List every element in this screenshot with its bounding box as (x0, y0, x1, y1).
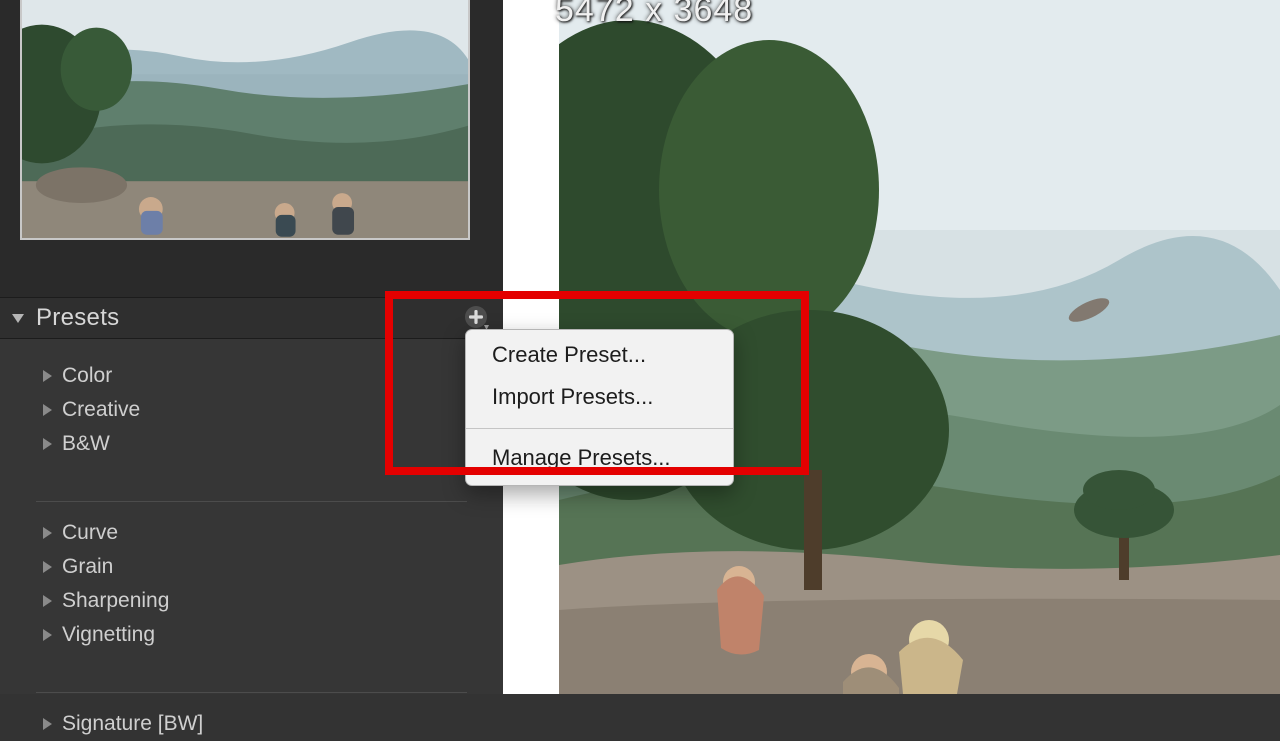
preset-folder-color[interactable]: Color (0, 359, 503, 393)
presets-panel-body: Color Creative B&W Curve Grain (0, 339, 503, 694)
chevron-right-icon (42, 560, 62, 574)
chevron-right-icon (42, 628, 62, 642)
divider (36, 692, 467, 693)
menu-import-presets[interactable]: Import Presets... (466, 376, 733, 418)
navigator-thumbnail[interactable] (20, 0, 470, 240)
preset-folder-label: Signature [BW] (62, 712, 203, 736)
chevron-right-icon (42, 594, 62, 608)
preset-folder-label: Vignetting (62, 623, 155, 647)
chevron-right-icon (42, 369, 62, 383)
divider (36, 501, 467, 502)
menu-manage-presets[interactable]: Manage Presets... (466, 437, 733, 479)
image-dimension-label: 5472 x 3648 (555, 0, 753, 30)
thumbnail-image (22, 0, 468, 238)
preset-folder-curve[interactable]: Curve (0, 516, 503, 550)
left-panel: Presets Color Creative (0, 0, 503, 694)
preset-folder-creative[interactable]: Creative (0, 393, 503, 427)
preset-folder-label: Color (62, 364, 112, 388)
preset-folder-label: Grain (62, 555, 113, 579)
menu-create-preset[interactable]: Create Preset... (466, 334, 733, 376)
chevron-right-icon (42, 717, 62, 731)
preset-folder-sharpening[interactable]: Sharpening (0, 584, 503, 618)
preset-popup-menu: Create Preset... Import Presets... Manag… (465, 329, 734, 486)
presets-title: Presets (36, 304, 119, 332)
chevron-right-icon (42, 437, 62, 451)
preset-folder-label: Sharpening (62, 589, 169, 613)
preset-folder-vignetting[interactable]: Vignetting (0, 618, 503, 652)
preset-folder-label: Creative (62, 398, 140, 422)
disclosure-triangle-down-icon (6, 310, 30, 326)
preset-folder-bw[interactable]: B&W (0, 427, 503, 461)
preset-folder-grain[interactable]: Grain (0, 550, 503, 584)
chevron-right-icon (42, 526, 62, 540)
menu-item-label: Create Preset... (492, 342, 646, 368)
menu-item-label: Manage Presets... (492, 445, 671, 471)
preset-folder-label: B&W (62, 432, 110, 456)
menu-item-label: Import Presets... (492, 384, 653, 410)
menu-separator (466, 428, 733, 429)
preset-folder-label: Curve (62, 521, 118, 545)
add-preset-button[interactable] (463, 304, 491, 332)
chevron-right-icon (42, 403, 62, 417)
preset-folder-signature-bw[interactable]: Signature [BW] (0, 707, 503, 741)
presets-section-header[interactable]: Presets (0, 297, 503, 339)
